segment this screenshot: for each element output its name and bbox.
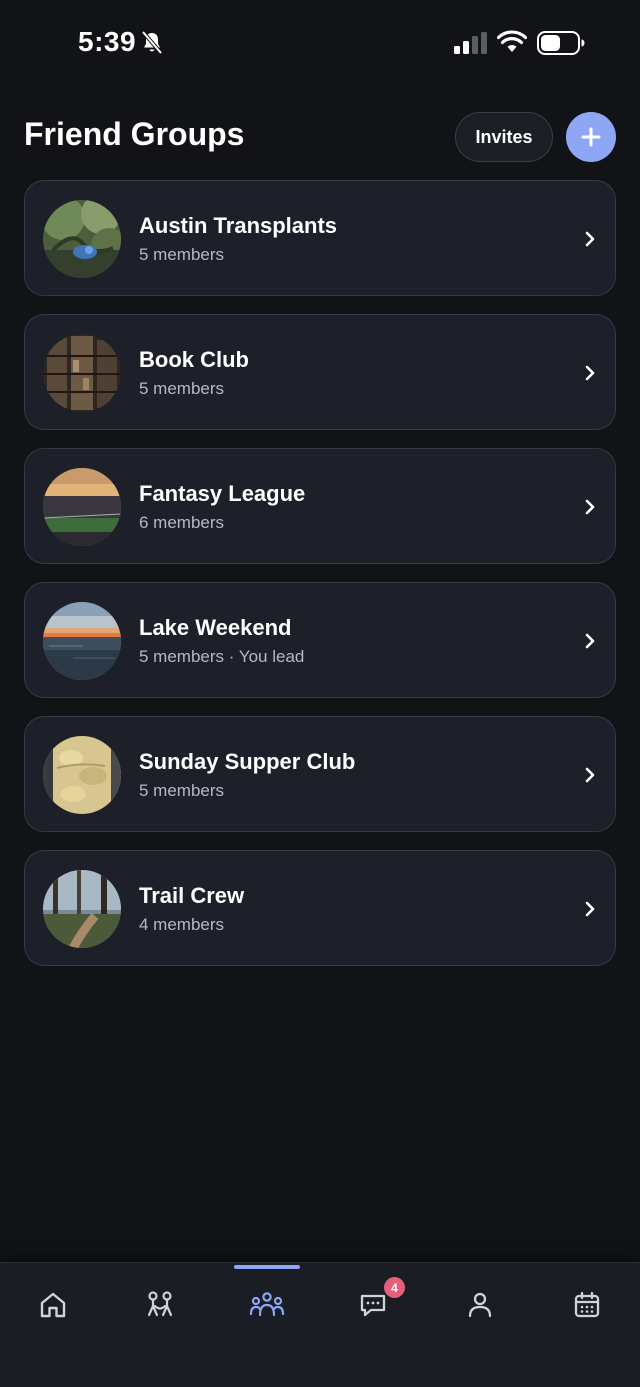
group-avatar: [43, 334, 121, 412]
invites-button[interactable]: Invites: [455, 112, 553, 162]
cellular-signal-icon: [454, 32, 487, 54]
profile-icon: [468, 1292, 492, 1318]
group-meta: 5 members · You lead: [139, 647, 305, 666]
nav-home[interactable]: [23, 1283, 83, 1327]
group-avatar: [43, 602, 121, 680]
group-name: Trail Crew: [139, 883, 245, 908]
nav-pairs[interactable]: [130, 1283, 190, 1327]
nav-profile[interactable]: [450, 1283, 510, 1327]
group-meta: 5 members: [139, 781, 225, 800]
group-card-trail-crew[interactable]: Trail Crew 4 members: [24, 850, 616, 966]
group-meta: 4 members: [139, 915, 225, 934]
calendar-icon: [574, 1291, 600, 1318]
chevron-right-icon: [585, 365, 595, 381]
group-avatar: [43, 468, 121, 546]
group-name: Sunday Supper Club: [139, 749, 356, 774]
group-card-sunday-supper-club[interactable]: Sunday Supper Club 5 members: [24, 716, 616, 832]
group-card-book-club[interactable]: Book Club 5 members: [24, 314, 616, 430]
group-card-fantasy-league[interactable]: Fantasy League 6 members: [24, 448, 616, 564]
group-avatar: [43, 870, 121, 948]
chevron-right-icon: [585, 633, 595, 649]
chevron-right-icon: [585, 231, 595, 247]
active-tab-indicator: [234, 1265, 300, 1269]
home-icon: [40, 1292, 66, 1318]
group-name: Book Club: [139, 347, 249, 372]
group-meta: 5 members: [139, 379, 225, 398]
chevron-right-icon: [585, 901, 595, 917]
plus-icon: [581, 127, 601, 147]
wifi-icon: [497, 30, 527, 52]
group-name: Lake Weekend: [139, 615, 292, 640]
bell-off-icon: [141, 30, 163, 55]
pair-people-icon: [147, 1291, 173, 1317]
group-name: Fantasy League: [139, 481, 306, 506]
group-name: Austin Transplants: [139, 213, 338, 238]
group-meta: 5 members: [139, 245, 225, 264]
bottom-nav: 4: [0, 1262, 640, 1387]
group-meta: 6 members: [139, 513, 225, 532]
add-group-button[interactable]: [566, 112, 616, 162]
nav-groups[interactable]: [237, 1283, 297, 1327]
messages-icon: [360, 1294, 386, 1317]
group-list: Austin Transplants 5 members Book Club 5…: [24, 180, 616, 984]
groups-icon: [249, 1292, 285, 1317]
group-card-austin-transplants[interactable]: Austin Transplants 5 members: [24, 180, 616, 296]
chevron-right-icon: [585, 499, 595, 515]
group-card-lake-weekend[interactable]: Lake Weekend 5 members · You lead: [24, 582, 616, 698]
chevron-right-icon: [585, 767, 595, 783]
page-title: Friend Groups: [24, 116, 245, 152]
friend-groups-screen: 5:39 Friend Groups Invites Austin Transp…: [0, 0, 640, 1387]
status-bar: 5:39: [0, 0, 640, 88]
status-time: 5:39: [78, 26, 137, 57]
group-avatar: [43, 736, 121, 814]
nav-calendar[interactable]: [557, 1283, 617, 1327]
group-avatar: [43, 200, 121, 278]
messages-badge: 4: [384, 1277, 405, 1298]
battery-icon: [537, 31, 585, 55]
